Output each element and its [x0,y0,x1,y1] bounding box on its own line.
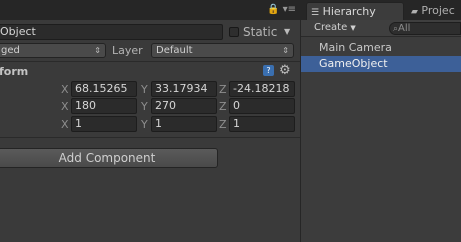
help-icon[interactable]: ? [263,65,274,76]
tag-value: ged [1,45,20,56]
add-component-button[interactable]: Add Component [0,148,218,168]
layer-value: Default [156,45,193,56]
chevron-down-icon: ⇕ [282,46,289,55]
layer-label: Layer [112,44,143,57]
component-title: form [0,65,29,78]
tab-hierarchy[interactable]: ☰ Hierarchy [306,2,404,20]
position-z-field[interactable]: -24.18218 [229,81,295,97]
folder-icon: ▰ [411,7,418,17]
list-item-label: Main Camera [319,41,392,54]
scale-x-field[interactable]: 1 [71,116,137,132]
layer-dropdown[interactable]: Default ⇕ [151,43,294,58]
gear-icon[interactable]: ⚙ [279,63,291,78]
tag-dropdown[interactable]: ged ⇕ [0,43,106,58]
create-label: Create [314,22,348,33]
rotation-z-label: Z [219,100,227,113]
divider [0,61,300,62]
tab-project[interactable]: ▰ Projec [411,2,455,20]
tab-project-label: Projec [421,4,455,17]
rotation-y-label: Y [141,100,148,113]
position-y-label: Y [141,83,148,96]
search-placeholder: All [398,23,411,34]
inspector-tab-bar: 🔒 ▾≡ [0,0,300,20]
tab-hierarchy-label: Hierarchy [322,5,376,18]
position-y-field[interactable]: 33.17934 [151,81,217,97]
lock-menu-icons[interactable]: 🔒 ▾≡ [267,4,296,15]
position-x-field[interactable]: 68.15265 [71,81,137,97]
hierarchy-item-gameobject[interactable]: GameObject [301,56,461,72]
transform-header[interactable]: form ? ⚙ [0,63,300,80]
list-item-label: GameObject [319,57,388,70]
divider [0,137,300,138]
list-icon: ☰ [311,8,320,18]
position-x-label: X [61,83,69,96]
rotation-x-field[interactable]: 180 [71,98,137,114]
create-dropdown[interactable]: Create ▼ [314,22,356,33]
static-label: Static [243,25,278,39]
scale-y-label: Y [141,118,148,131]
static-dropdown-caret-icon[interactable]: ▼ [284,27,290,36]
scale-z-field[interactable]: 1 [229,116,295,132]
scale-x-label: X [61,118,69,131]
scale-y-field[interactable]: 1 [151,116,217,132]
chevron-down-icon: ⇕ [94,46,101,55]
hierarchy-item-main-camera[interactable]: Main Camera [301,40,461,56]
rotation-x-label: X [61,100,69,113]
chevron-down-icon: ▼ [350,24,356,32]
static-checkbox[interactable] [229,27,239,37]
object-name-field[interactable]: Object [0,24,223,40]
rotation-z-field[interactable]: 0 [229,98,295,114]
hierarchy-search-input[interactable]: ⌕All [389,22,461,35]
position-z-label: Z [219,83,227,96]
scale-z-label: Z [219,118,227,131]
rotation-y-field[interactable]: 270 [151,98,217,114]
